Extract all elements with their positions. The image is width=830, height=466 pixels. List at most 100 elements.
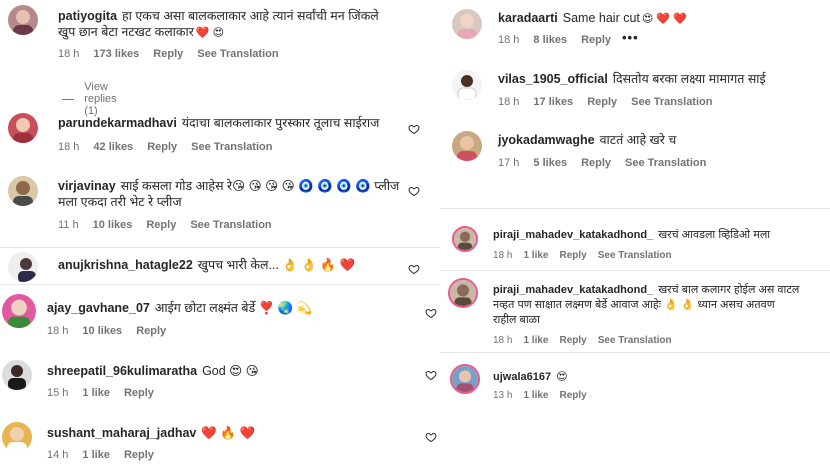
avatar[interactable] — [8, 252, 38, 282]
like-count[interactable]: 1 like — [523, 335, 548, 346]
comment-text: दिसतोय बरका लक्ष्या मामागत साई — [612, 72, 766, 86]
comment-text: God 😍 😘 — [202, 364, 259, 378]
avatar[interactable] — [452, 70, 482, 100]
like-count[interactable]: 10 likes — [93, 219, 133, 231]
comment-username[interactable]: karadaarti — [498, 11, 558, 25]
like-heart-icon[interactable] — [425, 307, 437, 319]
reply-button[interactable]: Reply — [124, 387, 154, 399]
comment-text: साई कसला गोड आहेस रे😘 😘 😘 😘 🧿 🧿 🧿 🧿 प्ली… — [120, 179, 400, 193]
see-translation-button[interactable]: See Translation — [598, 250, 672, 261]
comment-username[interactable]: sushant_maharaj_jadhav — [47, 426, 196, 440]
comment-time: 18 h — [493, 250, 513, 261]
avatar[interactable] — [8, 5, 38, 35]
see-translation-button[interactable]: See Translation — [190, 219, 271, 231]
comment-username[interactable]: piraji_mahadev_katakadhond_ — [493, 229, 653, 241]
comment-username[interactable]: parundekarmadhavi — [58, 116, 177, 130]
like-count[interactable]: 173 likes — [93, 48, 139, 60]
comment-username[interactable]: shreepatil_96kulimaratha — [47, 364, 197, 378]
avatar[interactable] — [452, 131, 482, 161]
like-count[interactable]: 42 likes — [93, 141, 133, 153]
like-heart-icon[interactable] — [408, 263, 420, 275]
comment-text: वाटतं आहे खरे च — [599, 133, 677, 147]
reply-button[interactable]: Reply — [581, 34, 611, 46]
comment-username[interactable]: vilas_1905_official — [498, 72, 608, 86]
view-replies-button[interactable]: View replies (1) — [62, 81, 126, 117]
like-heart-icon[interactable] — [408, 185, 420, 197]
reply-button[interactable]: Reply — [581, 157, 611, 169]
reply-button[interactable]: Reply — [560, 390, 587, 401]
avatar[interactable] — [2, 294, 36, 328]
avatar[interactable] — [8, 113, 38, 143]
comment-time: 18 h — [58, 141, 80, 153]
like-count[interactable]: 5 likes — [533, 157, 567, 169]
comment-username[interactable]: jyokadamwaghe — [498, 133, 595, 147]
comment-username[interactable]: ujwala6167 — [493, 371, 551, 383]
comment-time: 18 h — [498, 34, 520, 46]
comment-text: राहील बाळा — [493, 314, 540, 326]
comment-time: 15 h — [47, 387, 69, 399]
comment-emoji: 😍 ❤️ ❤️ — [641, 13, 687, 25]
comment-text: हा एकच असा बालकलाकार आहे त्यानं सर्वांची… — [122, 9, 379, 23]
comment-text: मला एकदा तरी भेट रे प्लीज — [58, 195, 182, 209]
reply-button[interactable]: Reply — [587, 96, 617, 108]
like-heart-icon[interactable] — [408, 123, 420, 135]
more-options-icon[interactable]: ••• — [622, 30, 639, 45]
divider-right-1 — [440, 208, 830, 209]
like-count[interactable]: 1 like — [523, 390, 548, 401]
avatar[interactable] — [452, 9, 482, 39]
avatar[interactable] — [8, 176, 38, 206]
reply-button[interactable]: Reply — [146, 219, 176, 231]
reply-button[interactable]: Reply — [560, 250, 587, 261]
comment-text: Same hair cut — [562, 11, 640, 25]
like-heart-icon[interactable] — [425, 369, 437, 381]
avatar[interactable] — [450, 364, 480, 394]
like-count[interactable]: 1 like — [82, 387, 110, 399]
comment-username[interactable]: patiyogita — [58, 9, 117, 23]
comment-text: खुप छान बेटा नटखट कलाकार — [58, 25, 194, 39]
comment-emoji: ❤️ 😍 — [195, 27, 225, 39]
see-translation-button[interactable]: See Translation — [197, 48, 278, 60]
reply-button[interactable]: Reply — [124, 449, 154, 461]
reply-button[interactable]: Reply — [153, 48, 183, 60]
like-count[interactable]: 17 likes — [533, 96, 573, 108]
divider-left-2 — [0, 284, 440, 285]
comment-text: खुपच भारी केल... 👌 👌 🔥 ❤️ — [197, 258, 356, 272]
divider-right-2 — [440, 270, 830, 271]
comment-username[interactable]: piraji_mahadev_katakadhond_ — [493, 284, 653, 296]
like-heart-icon[interactable] — [425, 431, 437, 443]
comment-text: नव्हत पण साक्षात लक्ष्मण बेर्डे आवाज आहे… — [493, 299, 775, 311]
like-count[interactable]: 1 like — [523, 250, 548, 261]
like-count[interactable]: 1 like — [82, 449, 110, 461]
avatar[interactable] — [452, 226, 478, 252]
comment-text: आईग छोटा लक्ष्मंत बेर्डे ❣️ 🌏 💫 — [154, 301, 313, 315]
comment-time: 18 h — [498, 96, 520, 108]
avatar[interactable] — [2, 360, 32, 390]
avatar[interactable] — [448, 278, 478, 308]
comment-text: यंदाचा बालकलाकार पुरस्कार तूलाच साईराज — [181, 116, 380, 130]
view-replies-label: View replies (1) — [84, 81, 117, 117]
like-count[interactable]: 8 likes — [533, 34, 567, 46]
avatar[interactable] — [2, 422, 32, 452]
comment-time: 17 h — [498, 157, 520, 169]
comment-text: खरचं बाल कलागर होईल अस वाटल — [658, 284, 800, 296]
see-translation-button[interactable]: See Translation — [598, 335, 672, 346]
comment-time: 18 h — [58, 48, 80, 60]
reply-button[interactable]: Reply — [560, 335, 587, 346]
comment-time: 14 h — [47, 449, 69, 461]
comment-text: खरचं आवडला व्हिडिओ मला — [658, 229, 771, 241]
see-translation-button[interactable]: See Translation — [625, 157, 706, 169]
comment-time: 18 h — [493, 335, 513, 346]
like-count[interactable]: 10 likes — [82, 325, 122, 337]
reply-button[interactable]: Reply — [147, 141, 177, 153]
comment-text: 😍 — [556, 371, 568, 383]
comment-text: ❤️ 🔥 ❤️ — [201, 426, 256, 440]
see-translation-button[interactable]: See Translation — [631, 96, 712, 108]
divider-right-3 — [440, 352, 830, 353]
comment-username[interactable]: ajay_gavhane_07 — [47, 301, 150, 315]
see-translation-button[interactable]: See Translation — [191, 141, 272, 153]
replies-line — [62, 98, 75, 100]
comment-username[interactable]: anujkrishna_hatagle22 — [58, 258, 193, 272]
reply-button[interactable]: Reply — [136, 325, 166, 337]
comment-username[interactable]: virjavinay — [58, 179, 116, 193]
comment-time: 18 h — [47, 325, 69, 337]
